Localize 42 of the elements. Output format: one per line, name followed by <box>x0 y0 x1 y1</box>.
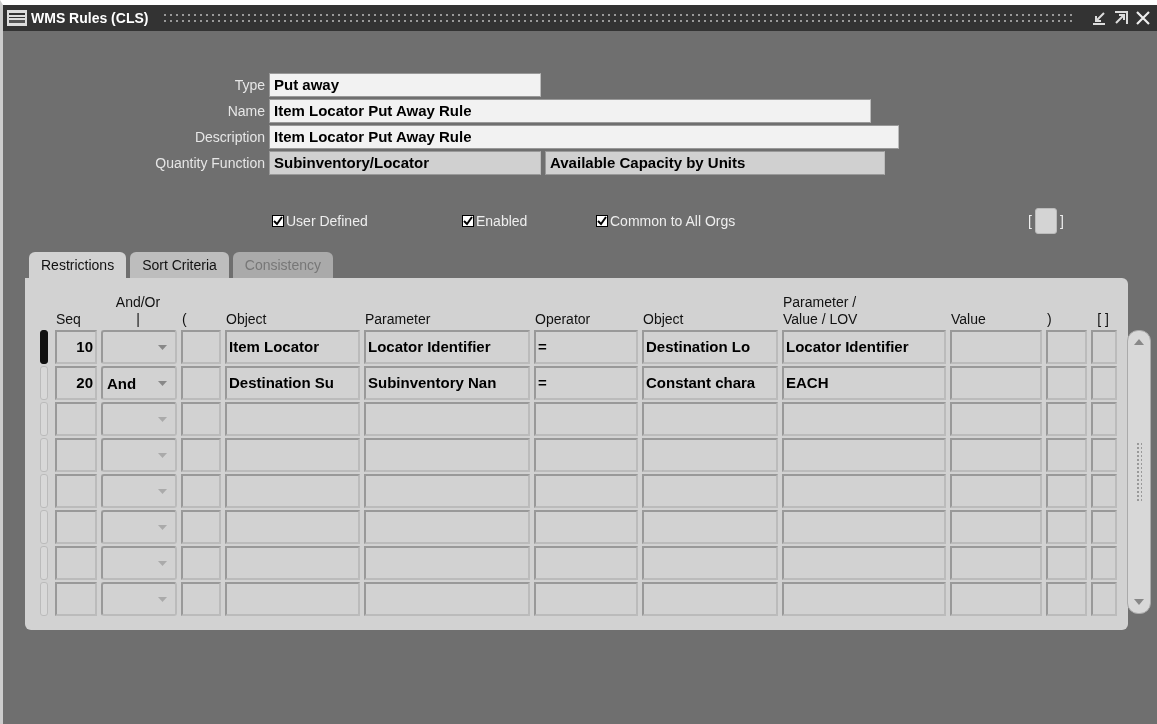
checkbox-label: Common to All Orgs <box>610 213 736 229</box>
table-cell[interactable]: Constant chara <box>642 366 778 400</box>
column-header: ( <box>182 311 188 328</box>
table-cell[interactable]: 10 <box>55 330 97 364</box>
column-header: ) <box>1047 311 1053 328</box>
field-label: Quantity Function <box>154 155 265 171</box>
column-header: Operator <box>535 311 592 328</box>
column-header: Object <box>643 311 685 328</box>
input-field[interactable]: Subinventory/Locator <box>269 151 541 175</box>
tab[interactable]: Sort Criteria <box>130 252 229 278</box>
bracket-text: ] <box>1059 213 1064 229</box>
input-field[interactable]: Put away <box>269 73 541 97</box>
table-cell[interactable]: = <box>534 366 638 400</box>
column-header: | <box>136 311 140 328</box>
column-header: Seq <box>56 311 82 328</box>
column-header: Object <box>226 311 268 328</box>
column-header: Parameter <box>365 311 432 328</box>
table-cell[interactable]: EACH <box>782 366 946 400</box>
table-cell[interactable]: 20 <box>55 366 97 400</box>
table-cell[interactable]: Destination Lo <box>642 330 778 364</box>
field-label: Description <box>193 129 265 145</box>
bracket-text: [ <box>1028 213 1032 229</box>
column-header: [ ] <box>1097 311 1109 328</box>
table-cell[interactable]: Subinventory Nan <box>364 366 530 400</box>
table-cell[interactable]: Destination Su <box>225 366 360 400</box>
field-label: Name <box>226 103 265 119</box>
column-header: Value / LOV <box>783 311 859 328</box>
column-header: And/Or <box>115 294 161 311</box>
table-cell[interactable]: Item Locator <box>225 330 360 364</box>
input-field[interactable]: Item Locator Put Away Rule <box>269 125 899 149</box>
table-cell[interactable]: Locator Identifier <box>364 330 530 364</box>
table-cell[interactable]: Locator Identifier <box>782 330 946 364</box>
window-title: WMS Rules (CLS) <box>31 10 149 26</box>
input-field[interactable]: Available Capacity by Units <box>545 151 885 175</box>
input-field[interactable]: Item Locator Put Away Rule <box>269 99 871 123</box>
column-header: Parameter / <box>783 294 858 311</box>
column-header: Value <box>951 311 987 328</box>
field-label: Type <box>233 77 265 93</box>
table-cell[interactable]: = <box>534 330 638 364</box>
checkbox-label: User Defined <box>286 213 368 229</box>
checkbox-label: Enabled <box>476 213 528 229</box>
dropdown[interactable]: And <box>101 366 177 400</box>
